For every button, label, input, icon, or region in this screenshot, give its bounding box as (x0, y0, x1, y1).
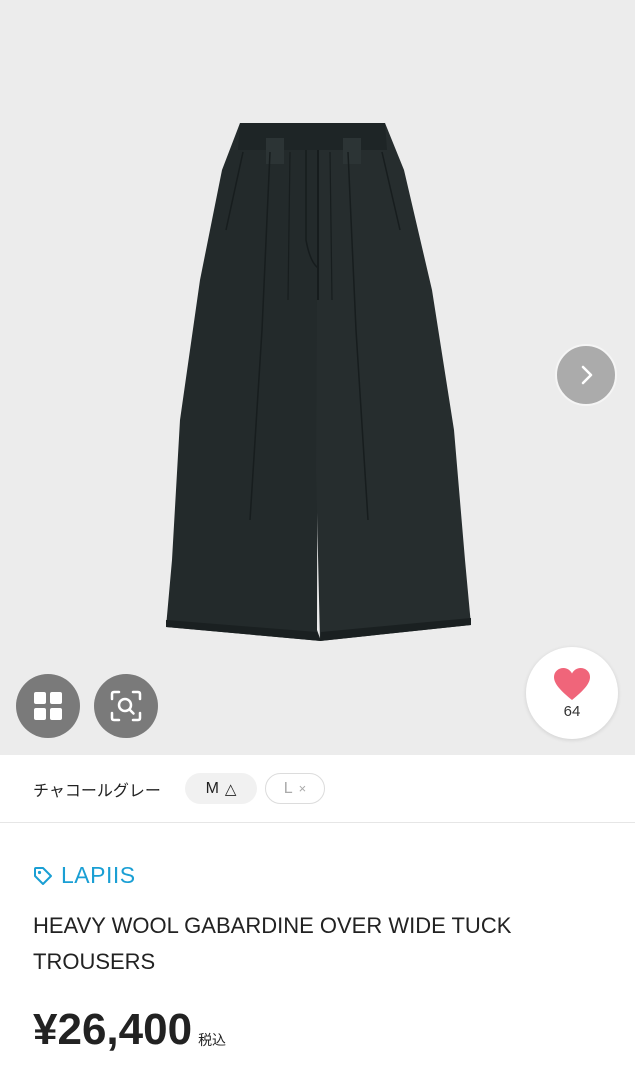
next-image-button[interactable] (555, 344, 617, 406)
like-count: 64 (563, 702, 581, 720)
brand-link[interactable]: LAPIIS (33, 862, 136, 889)
tag-icon (33, 866, 53, 886)
stock-mark-soldout: × (298, 781, 307, 796)
product-image-trousers (166, 123, 471, 641)
brand-name: LAPIIS (61, 862, 136, 888)
variant-selector: チャコールグレー M △ L × (0, 755, 635, 823)
size-label: L (283, 779, 293, 797)
heart-icon (554, 667, 590, 700)
product-title: HEAVY WOOL GABARDINE OVER WIDE TUCK TROU… (33, 913, 512, 974)
product-page: 64 チャコールグレー M △ L × LAPIIS HEAVY WOOL GA… (0, 0, 635, 1080)
image-search-icon (110, 690, 142, 722)
image-search-button[interactable] (94, 674, 158, 738)
chevron-right-icon (581, 365, 593, 385)
size-option-m[interactable]: M △ (185, 773, 257, 804)
size-option-l[interactable]: L × (265, 773, 325, 804)
grid-icon (34, 692, 62, 720)
tax-note: 税込 (198, 1032, 227, 1048)
like-button[interactable]: 64 (526, 647, 618, 739)
image-grid-button[interactable] (16, 674, 80, 738)
price: ¥26,400 (33, 1005, 193, 1054)
stock-mark-low: △ (224, 780, 237, 798)
product-image-area[interactable]: 64 (0, 0, 635, 755)
size-label: M (205, 779, 219, 797)
price-block: ¥26,400 税込 (33, 1004, 226, 1056)
color-name: チャコールグレー (33, 782, 161, 800)
